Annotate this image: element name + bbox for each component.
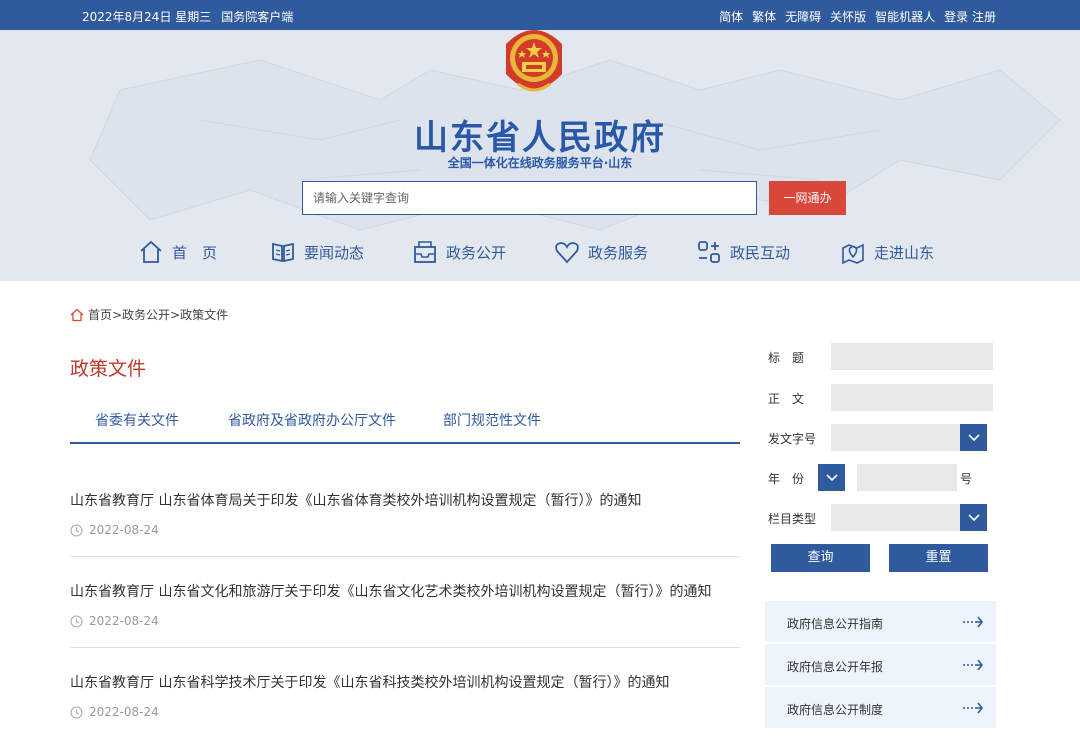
document-date-text: 2022-08-24 <box>89 705 159 719</box>
nav-item-about-shandong[interactable]: 走进山东 <box>840 236 934 268</box>
interaction-icon <box>698 241 720 263</box>
site-subtitle: 全国一体化在线政务服务平台·山东 <box>447 156 633 170</box>
heart-icon <box>555 242 579 264</box>
traditional-chinese-link[interactable]: 繁体 <box>752 8 776 25</box>
simplified-chinese-link[interactable]: 简体 <box>719 8 743 25</box>
document-date-text: 2022-08-24 <box>89 523 159 537</box>
query-button[interactable]: 查询 <box>771 544 870 572</box>
site-title: 山东省人民政府 <box>414 118 666 158</box>
accessibility-link[interactable]: 无障碍 <box>785 8 821 25</box>
year-field-label: 年 份 <box>768 472 805 486</box>
year-dropdown-button[interactable] <box>818 464 845 491</box>
side-link-disclosure-guide[interactable]: 政府信息公开指南 <box>765 601 996 643</box>
chevron-down-icon <box>967 513 980 521</box>
home-icon <box>140 240 162 263</box>
document-title-link[interactable]: 山东省教育厅 山东省文化和旅游厅关于印发《山东省文化艺术类校外培训机构设置规定（… <box>70 581 711 601</box>
chevron-down-icon <box>967 433 980 441</box>
reset-button[interactable]: 重置 <box>889 544 988 572</box>
body-field-label: 正 文 <box>768 392 805 406</box>
clock-icon <box>70 614 83 628</box>
clock-icon <box>70 523 83 537</box>
site-search-input[interactable] <box>302 181 757 215</box>
list-item: 山东省教育厅 山东省科学技术厅关于印发《山东省科技类校外培训机构设置规定（暂行）… <box>70 648 740 739</box>
list-item: 山东省教育厅 山东省文化和旅游厅关于印发《山东省文化艺术类校外培训机构设置规定（… <box>70 557 740 648</box>
home-icon <box>70 308 84 321</box>
nav-item-label: 首 页 <box>172 243 218 262</box>
top-bar-links: 简体 繁体 无障碍 关怀版 智能机器人 登录 注册 <box>719 8 996 25</box>
nav-item-label: 政务公开 <box>446 243 507 262</box>
book-icon <box>272 242 294 263</box>
nav-item-label: 政民互动 <box>730 243 791 262</box>
list-item: 山东省教育厅 山东省体育局关于印发《山东省体育类校外培训机构设置规定（暂行）》的… <box>70 466 740 557</box>
document-date: 2022-08-24 <box>70 705 159 719</box>
side-link-label: 政府信息公开制度 <box>787 703 884 717</box>
document-date: 2022-08-24 <box>70 523 159 537</box>
nav-item-interaction[interactable]: 政民互动 <box>696 236 790 268</box>
document-category-tabs: 省委有关文件 省政府及省政府办公厅文件 部门规范性文件 <box>70 396 740 444</box>
current-date: 2022年8月24日 星期三 <box>82 10 212 24</box>
one-stop-service-button[interactable]: 一网通办 <box>769 181 846 215</box>
side-link-disclosure-system[interactable]: 政府信息公开制度 <box>765 687 996 729</box>
nav-item-news[interactable]: 要闻动态 <box>270 236 364 268</box>
smart-robot-link[interactable]: 智能机器人 <box>875 8 935 25</box>
doc-number-dropdown-button[interactable] <box>960 424 987 451</box>
tab-provincial-party-committee-docs[interactable]: 省委有关文件 <box>95 410 179 430</box>
column-type-select[interactable] <box>831 504 960 531</box>
doc-number-select[interactable] <box>831 424 960 451</box>
top-bar-left: 2022年8月24日 星期三 国务院客户端 <box>82 8 293 25</box>
number-suffix-label: 号 <box>960 472 973 486</box>
nav-item-label: 走进山东 <box>874 243 935 262</box>
state-council-client-link[interactable]: 国务院客户端 <box>221 8 293 25</box>
inbox-icon <box>414 241 436 263</box>
arrow-right-icon <box>963 616 984 628</box>
site-header: 山东省人民政府 全国一体化在线政务服务平台·山东 一网通办 首 页 要闻动态 政… <box>0 30 1080 281</box>
arrow-right-icon <box>963 702 984 714</box>
tab-provincial-government-docs[interactable]: 省政府及省政府办公厅文件 <box>228 410 396 430</box>
document-date: 2022-08-24 <box>70 614 159 628</box>
tab-department-normative-docs[interactable]: 部门规范性文件 <box>443 410 541 430</box>
nav-item-gov-affairs-open[interactable]: 政务公开 <box>412 236 506 268</box>
title-field[interactable] <box>831 343 993 370</box>
chevron-down-icon <box>825 473 838 481</box>
body-text-field[interactable] <box>831 384 993 411</box>
side-link-label: 政府信息公开年报 <box>787 660 884 674</box>
column-type-label: 栏目类型 <box>768 512 817 526</box>
page-title: 政策文件 <box>70 358 147 380</box>
doc-number-label: 发文字号 <box>768 432 817 446</box>
document-title-link[interactable]: 山东省教育厅 山东省体育局关于印发《山东省体育类校外培训机构设置规定（暂行）》的… <box>70 490 641 510</box>
document-date-text: 2022-08-24 <box>89 614 159 628</box>
breadcrumb-text[interactable]: 首页>政务公开>政策文件 <box>88 306 228 323</box>
side-link-label: 政府信息公开指南 <box>787 617 884 631</box>
side-link-annual-report[interactable]: 政府信息公开年报 <box>765 644 996 686</box>
column-type-dropdown-button[interactable] <box>960 504 987 531</box>
arrow-right-icon <box>963 659 984 671</box>
top-bar: 2022年8月24日 星期三 国务院客户端 简体 繁体 无障碍 关怀版 智能机器… <box>0 0 1080 30</box>
nav-item-gov-services[interactable]: 政务服务 <box>554 236 648 268</box>
main-nav: 首 页 要闻动态 政务公开 政务服务 政民互动 走进山东 <box>138 236 958 270</box>
care-version-link[interactable]: 关怀版 <box>830 8 866 25</box>
nav-item-label: 政务服务 <box>588 243 649 262</box>
clock-icon <box>70 705 83 719</box>
number-field[interactable] <box>857 464 957 491</box>
national-emblem-icon <box>506 30 562 92</box>
nav-item-label: 要闻动态 <box>304 243 365 262</box>
login-register-link[interactable]: 登录 注册 <box>944 8 996 25</box>
title-field-label: 标 题 <box>768 351 805 365</box>
map-pin-icon <box>842 243 864 265</box>
breadcrumb: 首页>政务公开>政策文件 <box>70 306 228 323</box>
nav-item-home[interactable]: 首 页 <box>138 236 217 268</box>
document-title-link[interactable]: 山东省教育厅 山东省科学技术厅关于印发《山东省科技类校外培训机构设置规定（暂行）… <box>70 672 669 692</box>
